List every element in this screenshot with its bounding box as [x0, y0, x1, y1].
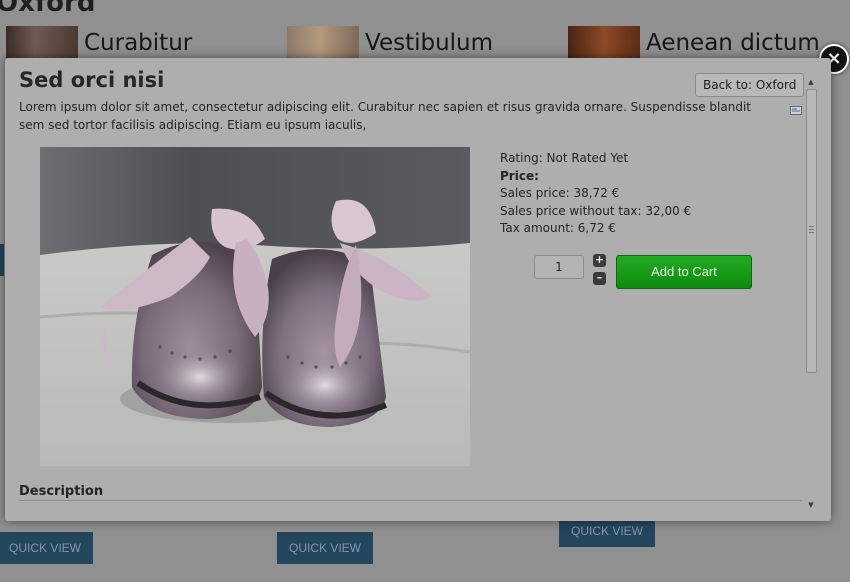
quick-view-button[interactable]: QUICK VIEW — [0, 532, 93, 564]
back-button[interactable]: Back to: Oxford — [695, 73, 805, 97]
scrollbar-thumb[interactable] — [806, 89, 817, 373]
short-description: Lorem ipsum dolor sit amet, consectetur … — [19, 100, 751, 132]
rating: Rating: Not Rated Yet — [500, 151, 629, 165]
modal-scrollbar[interactable]: ▲ ▼ — [804, 77, 818, 510]
quick-view-modal: Sed orci nisi Back to: Oxford Lorem ipsu… — [5, 58, 831, 521]
quantity-minus-button[interactable]: – — [593, 272, 606, 285]
category-title: Oxford — [0, 0, 96, 18]
description-heading: Description — [19, 484, 104, 499]
product-name[interactable]: Curabitur — [84, 30, 192, 56]
product-image[interactable] — [40, 147, 470, 466]
product-details: Rating: Not Rated Yet Price: Sales price… — [500, 150, 691, 238]
description-divider — [19, 500, 802, 501]
sales-price-without-tax: Sales price without tax: 32,00 € — [500, 203, 692, 218]
product-title: Sed orci nisi — [19, 68, 165, 92]
product-name[interactable]: Aenean dictum — [646, 30, 820, 56]
quantity-plus-button[interactable]: + — [593, 254, 606, 267]
product-thumbnail[interactable] — [568, 26, 640, 60]
email-icon[interactable] — [790, 106, 802, 115]
shoes-photo — [40, 147, 470, 466]
scroll-down-icon[interactable]: ▼ — [804, 500, 818, 510]
quantity-input[interactable]: 1 — [534, 255, 584, 279]
background-side-strip — [0, 244, 4, 276]
quick-view-button[interactable]: QUICK VIEW — [277, 532, 373, 564]
product-name[interactable]: Vestibulum — [365, 30, 493, 56]
tax-amount: Tax amount: 6,72 € — [500, 221, 616, 236]
grip-icon — [809, 226, 814, 234]
price-label: Price: — [500, 168, 539, 183]
sales-price: Sales price: 38,72 € — [500, 186, 620, 201]
scroll-up-icon[interactable]: ▲ — [804, 77, 818, 87]
product-thumbnail[interactable] — [6, 26, 78, 60]
add-to-cart-button[interactable]: Add to Cart — [616, 255, 752, 289]
product-thumbnail[interactable] — [287, 26, 359, 60]
